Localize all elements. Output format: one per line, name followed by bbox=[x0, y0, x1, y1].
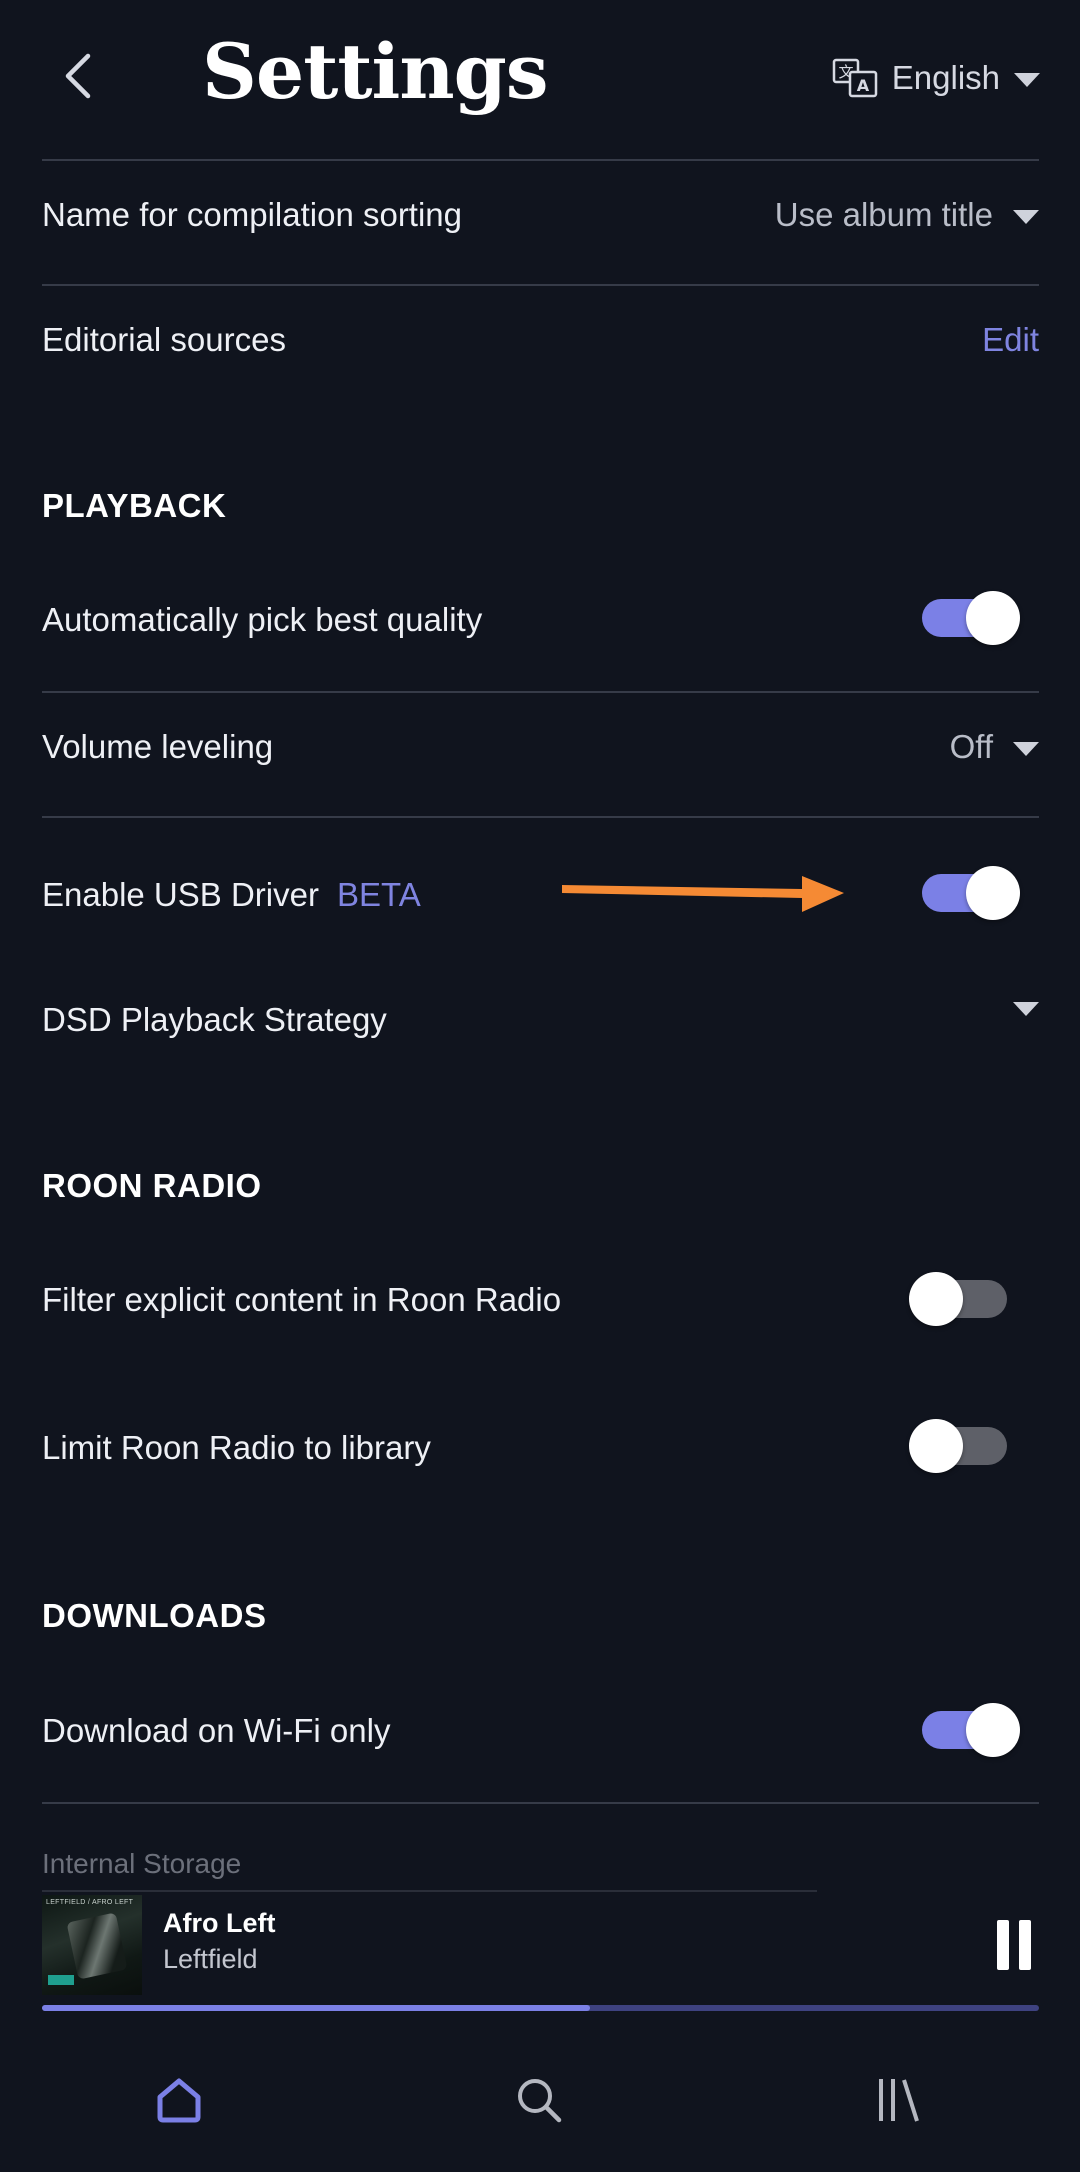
volume-leveling-dropdown[interactable]: Off bbox=[950, 725, 1039, 769]
divider bbox=[42, 691, 1039, 693]
toggle-knob bbox=[909, 1272, 963, 1326]
album-art-text: LEFTFIELD / AFRO LEFT bbox=[46, 1899, 134, 1906]
divider bbox=[42, 816, 1039, 818]
section-header-roon-radio: ROON RADIO bbox=[42, 1167, 262, 1204]
track-title[interactable]: Afro Left bbox=[163, 1908, 275, 1939]
wifi-only-toggle[interactable] bbox=[922, 1703, 1020, 1757]
auto-quality-label: Automatically pick best quality bbox=[42, 601, 483, 638]
caret-down-icon bbox=[1013, 742, 1039, 756]
nav-home[interactable] bbox=[139, 2068, 219, 2132]
caret-down-icon bbox=[1013, 1002, 1039, 1016]
library-icon bbox=[879, 2079, 919, 2122]
edit-editorial-sources-link[interactable]: Edit bbox=[982, 318, 1039, 362]
divider bbox=[42, 284, 1039, 286]
nav-search[interactable] bbox=[499, 2068, 579, 2132]
language-selector[interactable]: 文 A English bbox=[832, 52, 1040, 104]
back-button[interactable] bbox=[48, 40, 108, 112]
compilation-sorting-label: Name for compilation sorting bbox=[42, 196, 463, 233]
album-art-badge bbox=[48, 1975, 74, 1985]
filter-explicit-label: Filter explicit content in Roon Radio bbox=[42, 1281, 562, 1318]
svg-text:A: A bbox=[857, 76, 870, 95]
album-art[interactable]: LEFTFIELD / AFRO LEFT bbox=[42, 1895, 142, 1995]
auto-quality-toggle[interactable] bbox=[922, 591, 1020, 645]
caret-down-icon bbox=[1014, 73, 1040, 87]
caret-down-icon bbox=[1013, 210, 1039, 224]
translate-icon: 文 A bbox=[832, 58, 878, 98]
wifi-only-label: Download on Wi-Fi only bbox=[42, 1712, 391, 1749]
divider bbox=[42, 1802, 1039, 1804]
compilation-sorting-dropdown[interactable]: Use album title bbox=[775, 193, 1039, 237]
playback-progress-fill bbox=[42, 2005, 591, 2011]
pause-icon bbox=[1019, 1920, 1031, 1970]
pause-icon bbox=[997, 1920, 1009, 1970]
volume-leveling-label: Volume leveling bbox=[42, 728, 274, 765]
beta-badge: BETA bbox=[337, 876, 421, 913]
toggle-knob bbox=[966, 591, 1020, 645]
annotation-arrow bbox=[562, 876, 844, 912]
page-title: Settings bbox=[202, 27, 549, 116]
section-header-downloads: DOWNLOADS bbox=[42, 1597, 267, 1634]
album-art-figure bbox=[66, 1912, 128, 1980]
editorial-sources-label: Editorial sources bbox=[42, 321, 286, 358]
player-separator bbox=[42, 1890, 817, 1892]
toggle-knob bbox=[966, 1703, 1020, 1757]
toggle-knob bbox=[909, 1419, 963, 1473]
home-icon bbox=[157, 2078, 201, 2123]
chevron-left-icon bbox=[65, 53, 91, 99]
track-artist[interactable]: Leftfield bbox=[163, 1944, 258, 1975]
search-icon bbox=[518, 2079, 562, 2123]
limit-library-label: Limit Roon Radio to library bbox=[42, 1429, 431, 1466]
section-header-playback: PLAYBACK bbox=[42, 487, 227, 524]
filter-explicit-toggle[interactable] bbox=[909, 1272, 1007, 1326]
limit-library-toggle[interactable] bbox=[909, 1419, 1007, 1473]
volume-leveling-value: Off bbox=[949, 728, 993, 765]
playback-progress-bar[interactable] bbox=[42, 2005, 1039, 2011]
usb-driver-toggle[interactable] bbox=[922, 866, 1020, 920]
usb-driver-label: Enable USB Driver bbox=[42, 876, 319, 913]
dsd-strategy-label: DSD Playback Strategy bbox=[42, 1001, 387, 1038]
dsd-strategy-dropdown[interactable] bbox=[993, 998, 1039, 1016]
toggle-knob bbox=[966, 866, 1020, 920]
pause-button[interactable] bbox=[994, 1920, 1034, 1970]
language-label: English bbox=[891, 59, 1000, 96]
nav-library[interactable] bbox=[858, 2068, 938, 2132]
storage-label: Internal Storage bbox=[42, 1848, 242, 1879]
divider bbox=[42, 159, 1039, 161]
compilation-sorting-value: Use album title bbox=[774, 196, 993, 233]
